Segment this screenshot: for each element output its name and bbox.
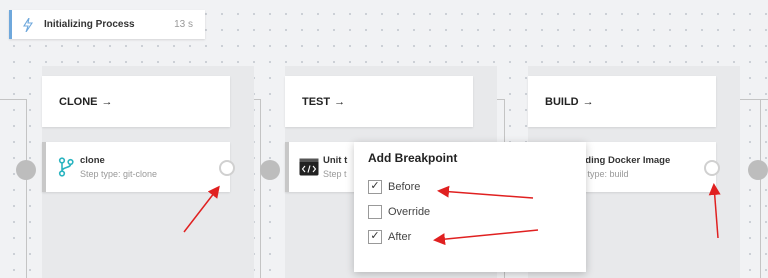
step-name: clone xyxy=(80,155,105,166)
option-after[interactable]: ✓ After xyxy=(368,224,572,249)
popup-title: Add Breakpoint xyxy=(368,151,458,165)
process-duration: 13 s xyxy=(174,19,193,30)
after-checkbox[interactable]: ✓ xyxy=(368,229,382,244)
option-label: Override xyxy=(388,205,431,218)
arrow-right-icon: → xyxy=(582,95,594,108)
option-label: Before xyxy=(388,180,421,193)
stage-column-clone: CLONE → clone Step type: git-clone xyxy=(42,66,254,278)
git-branch-icon xyxy=(46,157,80,177)
step-card-clone[interactable]: clone Step type: git-clone xyxy=(42,142,230,192)
step-name: ilding Docker Image xyxy=(580,155,671,166)
option-override[interactable]: Override xyxy=(368,199,572,224)
breakpoint-handle[interactable] xyxy=(704,160,720,176)
stage-title: BUILD xyxy=(545,95,579,108)
process-label: Initializing Process xyxy=(44,19,135,30)
connection-port[interactable] xyxy=(748,160,768,180)
connection-port[interactable] xyxy=(16,160,36,180)
before-checkbox[interactable]: ✓ xyxy=(368,179,382,194)
connection-port[interactable] xyxy=(260,160,280,180)
stage-title: TEST xyxy=(302,95,331,108)
stage-title: CLONE xyxy=(59,95,98,108)
connector-line xyxy=(260,99,261,278)
connector-line xyxy=(0,99,26,100)
stage-header-test[interactable]: TEST → xyxy=(285,76,473,127)
stage-header-clone[interactable]: CLONE → xyxy=(42,76,230,127)
step-type: p type: build xyxy=(580,169,629,179)
step-type: Step type: git-clone xyxy=(80,169,158,179)
connector-line xyxy=(760,99,761,278)
step-type: Step t xyxy=(323,169,347,179)
arrow-right-icon: → xyxy=(101,95,113,108)
option-before[interactable]: ✓ Before xyxy=(368,174,572,199)
override-checkbox[interactable] xyxy=(368,204,382,219)
arrow-right-icon: → xyxy=(334,95,346,108)
stage-header-build[interactable]: BUILD → xyxy=(528,76,716,127)
lightning-icon xyxy=(16,17,40,32)
option-label: After xyxy=(388,230,412,243)
initializing-process-bar[interactable]: Initializing Process 13 s xyxy=(9,10,205,39)
connector-line xyxy=(26,99,27,278)
breakpoint-handle[interactable] xyxy=(219,160,235,176)
terminal-code-icon xyxy=(289,158,323,176)
step-name: Unit t xyxy=(323,155,348,166)
add-breakpoint-popup: Add Breakpoint ✓ Before Override ✓ After xyxy=(354,142,586,272)
